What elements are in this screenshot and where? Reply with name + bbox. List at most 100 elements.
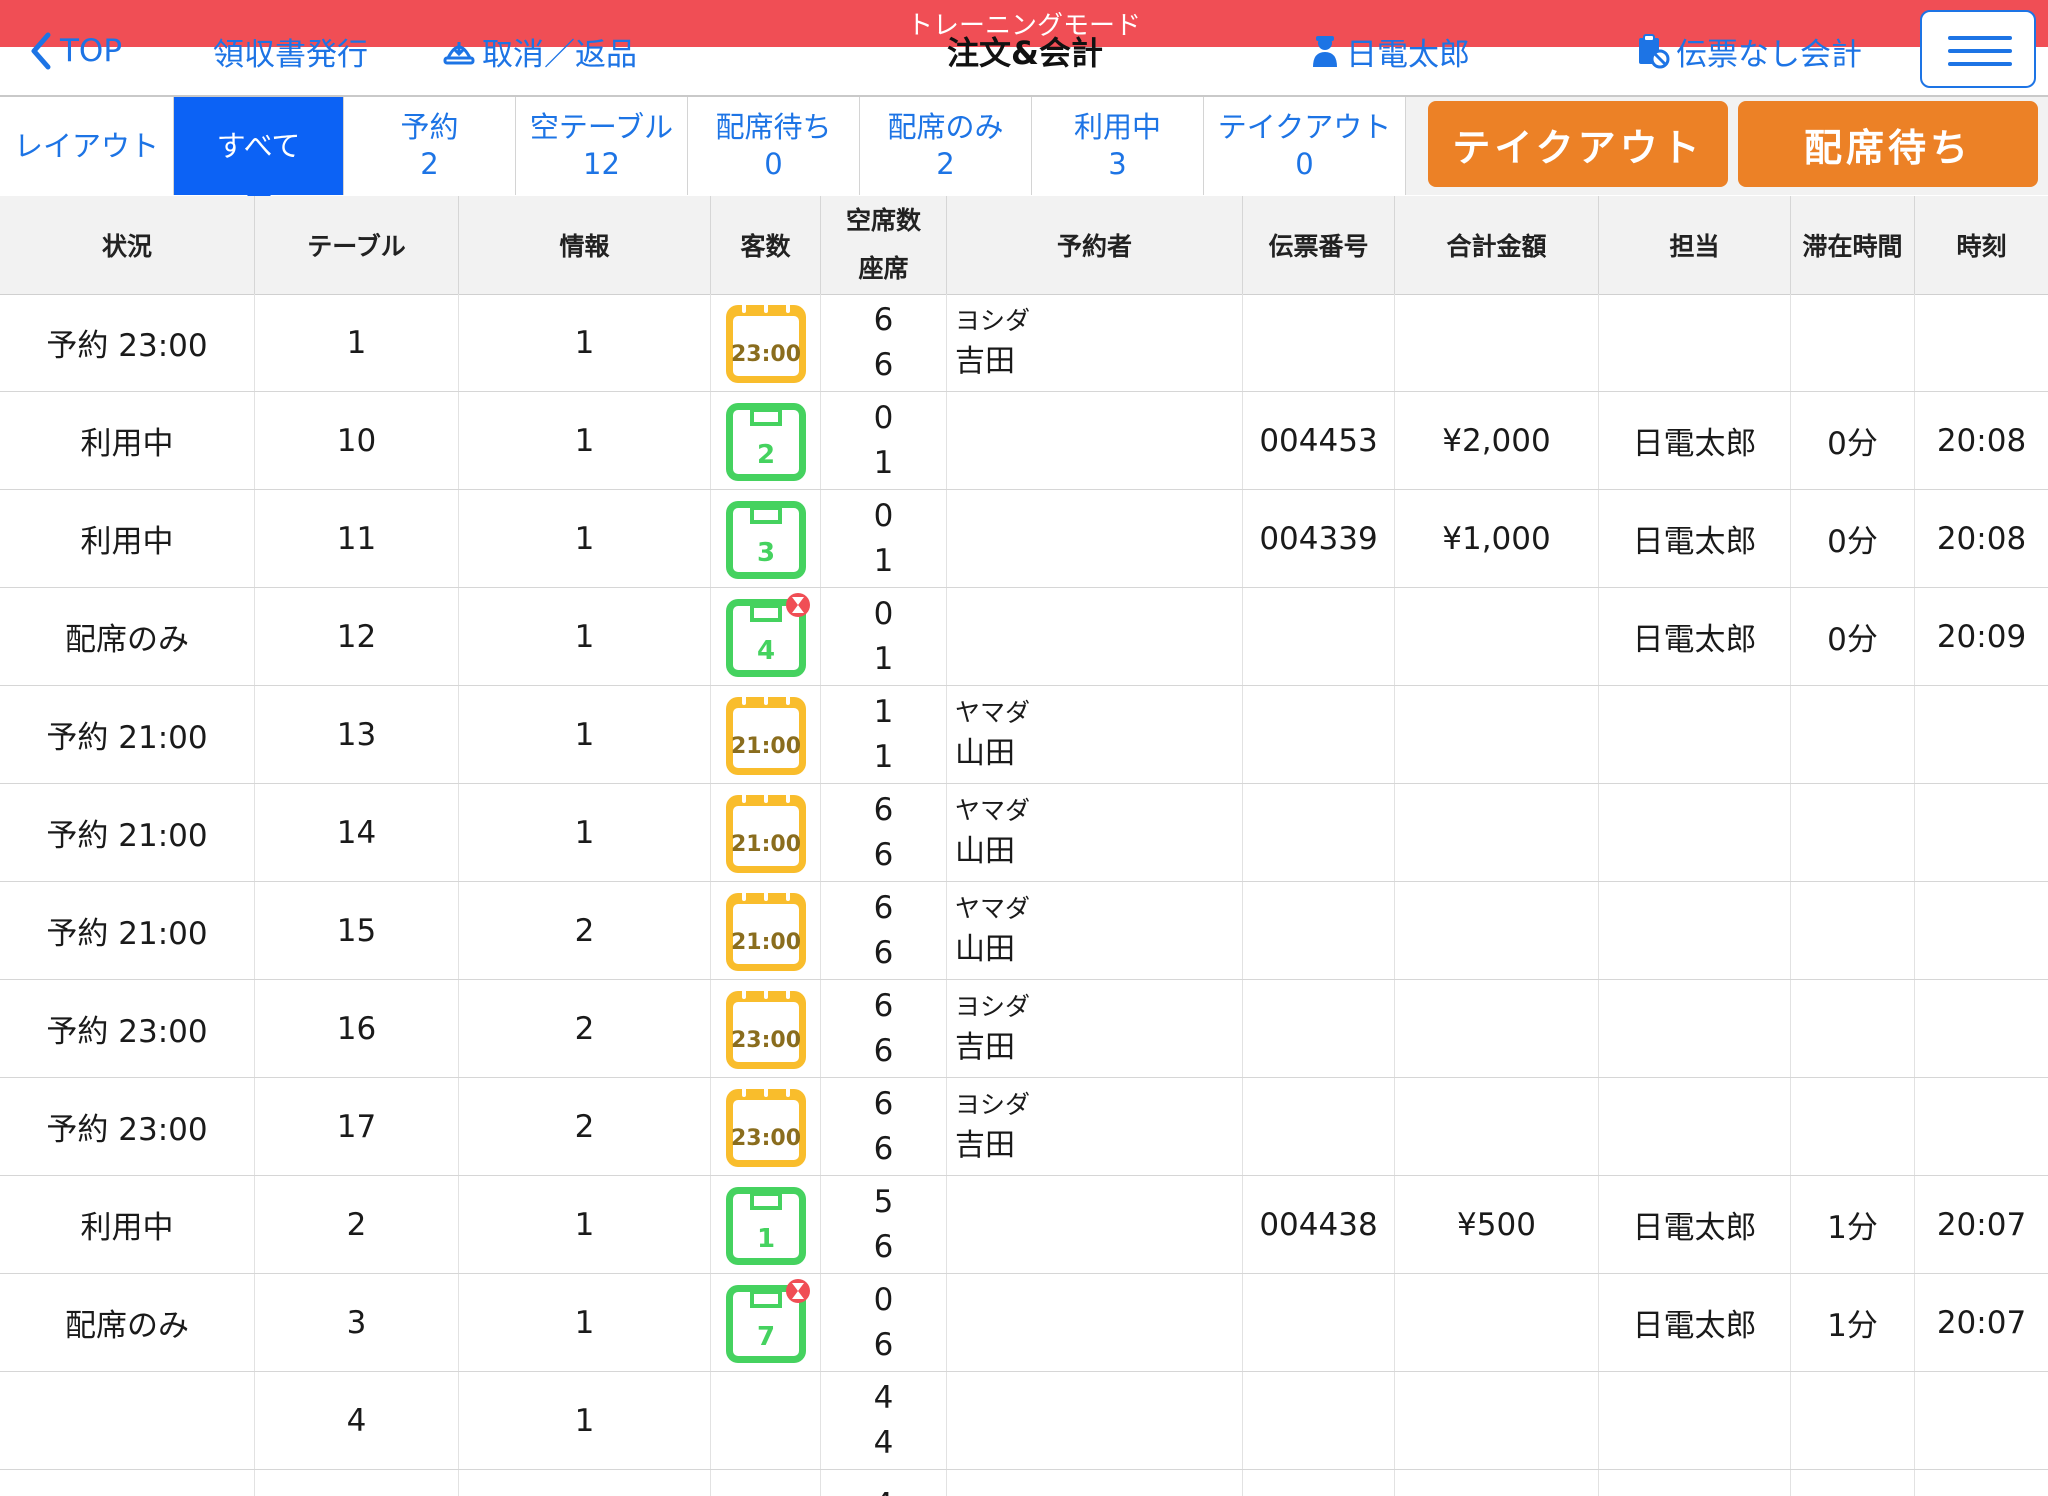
col-table[interactable]: テーブル — [255, 196, 459, 294]
table-row[interactable]: 予約 21:00 14 1 21:00 6 6 ヤマダ 山田 — [0, 784, 2048, 882]
table-row[interactable]: 予約 21:00 13 1 21:00 1 1 ヤマダ 山田 — [0, 686, 2048, 784]
seats-cell: 66 — [821, 784, 947, 881]
info-cell: 1 — [459, 490, 711, 587]
seat-count: 1 — [873, 542, 894, 579]
guest-icon-cell[interactable]: 1 — [711, 1176, 821, 1273]
guest-icon-cell[interactable]: 23:00 — [711, 1078, 821, 1175]
stay-time-cell — [1791, 980, 1915, 1077]
time-cell — [1915, 1470, 2048, 1496]
total-amount-cell: ¥1,000 — [1395, 490, 1599, 587]
header: トレーニングモード TOP 領収書発行 取消／返品 注文&会計 日電太郎 伝票な… — [0, 0, 2048, 97]
icon-label: 21:00 — [730, 832, 800, 857]
menu-button[interactable] — [1920, 10, 2036, 88]
slip-number-cell — [1243, 882, 1395, 979]
slip-number-cell — [1243, 1470, 1395, 1496]
calendar-icon: 21:00 — [725, 789, 806, 873]
staff-cell: 日電太郎 — [1599, 490, 1791, 587]
info-cell: 1 — [459, 294, 711, 391]
takeout-button[interactable]: テイクアウト — [1428, 101, 1728, 187]
tab-in-use[interactable]: 利用中 3 — [1032, 97, 1204, 195]
seat-count: 1 — [873, 738, 894, 775]
table-row[interactable]: 配席のみ 12 1 4 0 1 日電太郎 0分 20:09 — [0, 588, 2048, 686]
status-cell: 利用中 — [0, 1176, 255, 1273]
table-row[interactable]: 利用中 11 1 3 0 1 004339 ¥1,000 日電太郎 0分 20:08 — [0, 490, 2048, 588]
tab-seating-wait[interactable]: 配席待ち 0 — [688, 97, 860, 195]
table-row[interactable]: 4144 — [0, 1372, 2048, 1470]
col-slip-number[interactable]: 伝票番号 — [1243, 196, 1395, 294]
info-cell: 1 — [459, 588, 711, 685]
total-amount-cell — [1395, 588, 1599, 685]
seats-cell: 01 — [821, 490, 947, 587]
stay-time-cell — [1791, 294, 1915, 391]
status-cell: 予約 23:00 — [0, 1078, 255, 1175]
col-time[interactable]: 時刻 — [1915, 196, 2048, 294]
time-cell: 20:07 — [1936, 1206, 2027, 1243]
table-row[interactable]: 利用中 2 1 1 5 6 004438 ¥500 日電太郎 1分 20:07 — [0, 1176, 2048, 1274]
tab-label: テイクアウト — [1217, 110, 1392, 144]
hamburger-icon-bar — [1948, 49, 2012, 53]
total-amount-cell: ¥500 — [1395, 1176, 1599, 1273]
cancel-return-button[interactable]: 取消／返品 — [442, 28, 637, 74]
slip-number-cell — [1243, 1078, 1395, 1175]
empty-seats: 6 — [873, 792, 894, 829]
table-row[interactable]: 予約 21:00 15 2 21:00 6 6 ヤマダ 山田 — [0, 882, 2048, 980]
guest-icon-cell[interactable]: 21:00 — [711, 882, 821, 979]
col-guests[interactable]: 客数 — [711, 196, 821, 294]
hamburger-icon — [1948, 36, 2012, 40]
guest-icon-cell[interactable]: 21:00 — [711, 686, 821, 783]
status-cell: 利用中 — [0, 392, 255, 489]
col-seats[interactable]: 空席数 座席 — [821, 196, 947, 294]
col-stay-time[interactable]: 滞在時間 — [1791, 196, 1915, 294]
guest-icon-cell[interactable] — [711, 1470, 821, 1496]
back-button[interactable]: TOP — [28, 28, 122, 74]
guest-icon-cell[interactable]: 21:00 — [711, 784, 821, 881]
guest-icon-cell[interactable]: 7 — [711, 1274, 821, 1371]
table-row[interactable]: 予約 23:00 16 2 23:00 6 6 ヨシダ 吉田 — [0, 980, 2048, 1078]
col-reserver[interactable]: 予約者 — [947, 196, 1243, 294]
guest-icon-cell[interactable]: 4 — [711, 588, 821, 685]
col-status[interactable]: 状況 — [0, 196, 255, 294]
tab-seated-only[interactable]: 配席のみ 2 — [860, 97, 1032, 195]
col-staff[interactable]: 担当 — [1599, 196, 1791, 294]
empty-seats: 0 — [873, 596, 894, 633]
status-cell: 予約 21:00 — [0, 882, 255, 979]
staff-cell: 日電太郎 — [1599, 1176, 1791, 1273]
receipt-button[interactable]: 領収書発行 — [213, 28, 368, 74]
empty-seats: 4 — [873, 1380, 894, 1417]
info-cell: 1 — [459, 686, 711, 783]
reserver-name: 吉田 — [955, 1127, 1015, 1163]
seat-count: 1 — [873, 444, 894, 481]
table-row[interactable]: 配席のみ 3 1 7 0 6 日電太郎 1分 20:07 — [0, 1274, 2048, 1372]
col-total[interactable]: 合計金額 — [1395, 196, 1599, 294]
staff-cell — [1599, 1078, 1791, 1175]
tab-empty-tables[interactable]: 空テーブル 12 — [516, 97, 688, 195]
tab-reservation[interactable]: 予約 2 — [344, 97, 516, 195]
calendar-icon: 23:00 — [725, 985, 806, 1069]
status-cell: 利用中 — [0, 490, 255, 587]
tab-label: 空テーブル — [529, 110, 674, 144]
info-cell: 1 — [459, 784, 711, 881]
staff-cell — [1599, 1470, 1791, 1496]
col-info[interactable]: 情報 — [459, 196, 711, 294]
table-row[interactable]: 利用中 10 1 2 0 1 004453 ¥2,000 日電太郎 0分 20:08 — [0, 392, 2048, 490]
table-row[interactable]: 4 — [0, 1470, 2048, 1496]
tab-all[interactable]: すべて — [174, 97, 344, 208]
guest-icon-cell[interactable]: 2 — [711, 392, 821, 489]
tab-takeout[interactable]: テイクアウト 0 — [1204, 97, 1406, 195]
guest-icon-cell[interactable]: 23:00 — [711, 980, 821, 1077]
table-row[interactable]: 予約 23:00 17 2 23:00 6 6 ヨシダ 吉田 — [0, 1078, 2048, 1176]
guest-icon-cell[interactable]: 23:00 — [711, 294, 821, 391]
seating-wait-button[interactable]: 配席待ち — [1738, 101, 2038, 187]
user-button[interactable]: 日電太郎 — [1310, 28, 1470, 74]
tab-layout[interactable]: レイアウト — [0, 97, 174, 195]
time-cell — [1915, 1372, 2048, 1469]
slip-number-cell — [1243, 784, 1395, 881]
stay-time-cell: 1分 — [1791, 1274, 1915, 1371]
table-row[interactable]: 予約 23:00 1 1 23:00 6 6 ヨシダ 吉田 — [0, 294, 2048, 392]
calendar-icon: 23:00 — [725, 1083, 806, 1167]
stay-time-cell: 1分 — [1791, 1176, 1915, 1273]
no-slip-checkout-button[interactable]: 伝票なし会計 — [1636, 28, 1862, 74]
seat-count: 1 — [873, 640, 894, 677]
guest-icon-cell[interactable]: 3 — [711, 490, 821, 587]
guest-icon-cell[interactable] — [711, 1372, 821, 1469]
